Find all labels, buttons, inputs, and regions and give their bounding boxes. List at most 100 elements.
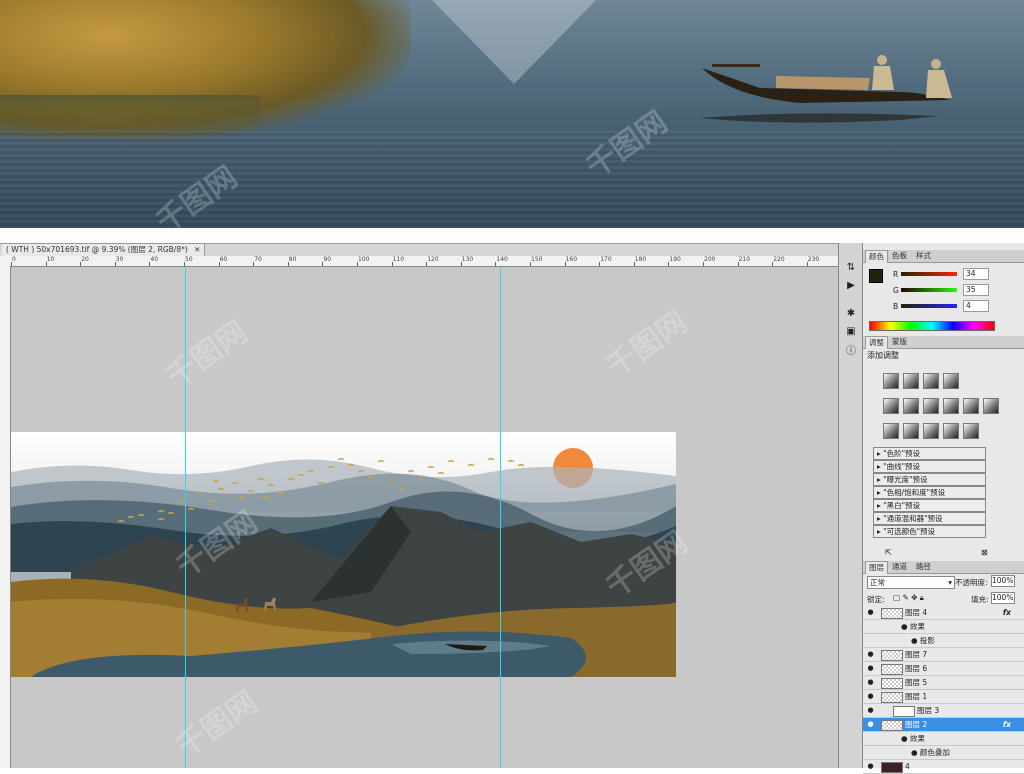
- visibility-eye-icon[interactable]: ●: [866, 720, 875, 729]
- layer-row[interactable]: ● 图层 7: [863, 648, 1024, 662]
- artwork-canvas[interactable]: [11, 432, 676, 677]
- layer-row[interactable]: ● 4: [863, 760, 1024, 774]
- ruler-tick: 50: [185, 256, 193, 263]
- selective-color-icon[interactable]: [963, 423, 979, 439]
- preset-item[interactable]: ▸ "黑白"预设: [873, 499, 986, 512]
- preset-item[interactable]: ▸ "可选颜色"预设: [873, 525, 986, 538]
- layer-name: 图层 3: [917, 706, 940, 715]
- close-icon[interactable]: ✕: [194, 245, 200, 254]
- preset-item[interactable]: ▸ "曝光度"预设: [873, 473, 986, 486]
- layers-list: ● 图层 4 fx ● 效果 ● 投影 ● 图层 7 ● 图层 6 ● 图层 5 ● 图层 1 ● 图层 3…: [863, 606, 1024, 774]
- tab-paths[interactable]: 路径: [913, 561, 934, 573]
- tab-layers[interactable]: 图层: [865, 561, 888, 574]
- green-slider[interactable]: [901, 288, 957, 292]
- layer-fx-icon[interactable]: fx: [1003, 606, 1011, 619]
- visibility-eye-icon[interactable]: ●: [866, 692, 875, 701]
- preset-item[interactable]: ▸ "通道混和器"预设: [873, 512, 986, 525]
- brushes-icon[interactable]: ✱: [844, 307, 858, 321]
- levels-icon[interactable]: [903, 373, 919, 389]
- red-value[interactable]: 34: [963, 268, 989, 280]
- color-balance-icon[interactable]: [923, 398, 939, 414]
- banner-shapes: [432, 0, 952, 123]
- ruler-tick-mark: [460, 262, 462, 266]
- image-icon[interactable]: ▣: [844, 325, 858, 339]
- guide-line-2[interactable]: [500, 267, 501, 768]
- layer-name: ● 颜色叠加: [911, 748, 950, 757]
- visibility-eye-icon[interactable]: ●: [866, 762, 875, 771]
- channel-mixer-icon[interactable]: [983, 398, 999, 414]
- layer-row[interactable]: ● 效果: [863, 620, 1024, 634]
- layer-row[interactable]: ● 颜色叠加: [863, 746, 1024, 760]
- visibility-eye-icon[interactable]: ●: [866, 608, 875, 617]
- lock-icons[interactable]: ▢ ✎ ✥ 🔒︎: [893, 593, 924, 603]
- invert-icon[interactable]: [883, 423, 899, 439]
- delete-icon[interactable]: ⊠: [981, 548, 988, 557]
- red-slider[interactable]: [901, 272, 957, 276]
- visibility-eye-icon[interactable]: ●: [866, 706, 875, 715]
- ruler-tick-mark: [80, 262, 82, 266]
- layer-row[interactable]: ● 图层 6: [863, 662, 1024, 676]
- curves-icon[interactable]: [923, 373, 939, 389]
- actions-icon[interactable]: ▶: [844, 279, 858, 293]
- blue-slider[interactable]: [901, 304, 957, 308]
- preset-item[interactable]: ▸ "色阶"预设: [873, 447, 986, 460]
- bird: [427, 465, 435, 469]
- ruler-tick-mark: [253, 262, 255, 266]
- document-tab-title: ( WTH ) 50x701693.tif @ 9.39% (图层 2, RGB…: [6, 245, 188, 254]
- blue-value[interactable]: 4: [963, 300, 989, 312]
- ruler-tick: 140: [496, 256, 508, 263]
- threshold-icon[interactable]: [923, 423, 939, 439]
- photo-filter-icon[interactable]: [963, 398, 979, 414]
- exposure-icon[interactable]: [943, 373, 959, 389]
- bird: [231, 481, 239, 485]
- visibility-eye-icon[interactable]: ●: [866, 664, 875, 673]
- tab-adjustments[interactable]: 调整: [865, 336, 888, 349]
- bird: [207, 499, 215, 503]
- posterize-icon[interactable]: [903, 423, 919, 439]
- ruler-tick-mark: [564, 262, 566, 266]
- hue-saturation-icon[interactable]: [903, 398, 919, 414]
- foreground-color-swatch[interactable]: [869, 269, 883, 283]
- document-tab[interactable]: ( WTH ) 50x701693.tif @ 9.39% (图层 2, RGB…: [2, 244, 206, 256]
- layer-row[interactable]: ● 图层 2 fx: [863, 718, 1024, 732]
- black-white-icon[interactable]: [943, 398, 959, 414]
- fill-field[interactable]: 100%: [991, 592, 1015, 604]
- brightness-icon[interactable]: [883, 373, 899, 389]
- color-spectrum-bar[interactable]: [869, 321, 995, 331]
- layer-fx-icon[interactable]: fx: [1003, 718, 1011, 731]
- layer-thumbnail: [881, 608, 903, 619]
- visibility-eye-icon[interactable]: ●: [866, 650, 875, 659]
- layer-row[interactable]: ● 图层 3: [863, 704, 1024, 718]
- return-icon[interactable]: ⇱: [885, 548, 892, 557]
- layer-name: 图层 5: [905, 678, 928, 687]
- ruler-tick: 20: [81, 256, 89, 263]
- info-icon[interactable]: ⓘ: [844, 345, 858, 359]
- blend-mode-select[interactable]: 正常 ▾: [867, 576, 955, 589]
- vibrance-icon[interactable]: [883, 398, 899, 414]
- panel-icon-strip: ⇅ ▶ ✱ ▣ ⓘ: [838, 243, 863, 768]
- layer-row[interactable]: ● 图层 5: [863, 676, 1024, 690]
- tab-styles[interactable]: 样式: [913, 250, 934, 262]
- tab-channels[interactable]: 通道: [889, 561, 910, 573]
- guide-line-1[interactable]: [185, 267, 186, 768]
- layer-row[interactable]: ● 效果: [863, 732, 1024, 746]
- preset-item[interactable]: ▸ "色相/饱和度"预设: [873, 486, 986, 499]
- bird: [267, 483, 275, 487]
- tab-swatches[interactable]: 色板: [889, 250, 910, 262]
- bird: [297, 473, 305, 477]
- bird: [177, 501, 185, 505]
- layer-row[interactable]: ● 投影: [863, 634, 1024, 648]
- tab-masks[interactable]: 蒙版: [889, 336, 910, 348]
- bird: [217, 487, 225, 491]
- layer-row[interactable]: ● 图层 1: [863, 690, 1024, 704]
- layer-row[interactable]: ● 图层 4 fx: [863, 606, 1024, 620]
- artwork-closeup-banner: [0, 0, 1024, 228]
- green-value[interactable]: 35: [963, 284, 989, 296]
- preset-item[interactable]: ▸ "曲线"预设: [873, 460, 986, 473]
- opacity-field[interactable]: 100%: [991, 575, 1015, 587]
- fisher-1-head: [877, 55, 887, 65]
- visibility-eye-icon[interactable]: ●: [866, 678, 875, 687]
- gradient-map-icon[interactable]: [943, 423, 959, 439]
- history-icon[interactable]: ⇅: [844, 261, 858, 275]
- tab-color[interactable]: 颜色: [865, 250, 888, 263]
